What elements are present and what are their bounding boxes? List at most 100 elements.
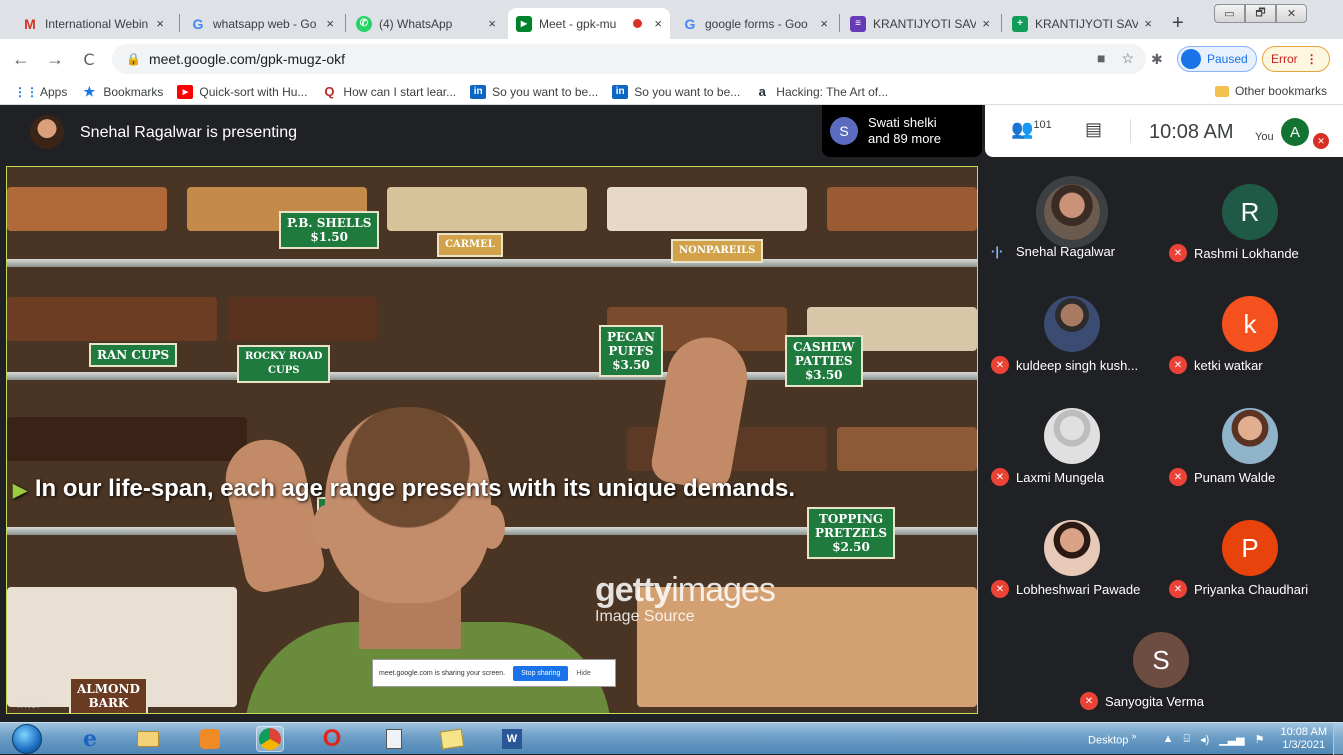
show-hidden-icons-icon[interactable]: ▲ xyxy=(1163,733,1174,745)
maximize-button[interactable]: 🗗 xyxy=(1245,4,1276,23)
word-icon[interactable]: W xyxy=(498,726,526,752)
close-tab-icon[interactable]: × xyxy=(1144,16,1152,31)
camera-in-use-icon[interactable]: ■ xyxy=(1097,50,1105,67)
extensions-icon[interactable]: ✱ xyxy=(1151,51,1163,68)
hide-button[interactable]: Hide xyxy=(576,670,590,677)
participant-tile[interactable]: ·|· Snehal Ragalwar xyxy=(983,166,1161,278)
joined-more: and 89 more xyxy=(868,131,941,146)
candy-tray xyxy=(607,187,807,231)
close-tab-icon[interactable]: × xyxy=(654,16,662,31)
desktop-label: Desktop xyxy=(1088,734,1129,747)
bookmark-quora[interactable]: Q How can I start lear... xyxy=(321,84,456,99)
clock-date: 1/3/2021 xyxy=(1282,739,1326,751)
signal-icon[interactable]: ▁▃▅ xyxy=(1219,733,1244,746)
bookmark-hacking-book[interactable]: a Hacking: The Art of... xyxy=(754,84,888,99)
forward-button[interactable]: → xyxy=(42,49,68,70)
minimize-button[interactable]: ▭ xyxy=(1214,4,1245,23)
tab-krantijyoti-sheet[interactable]: + KRANTIJYOTI SAVIT × xyxy=(1004,8,1160,39)
bookmark-quicksort[interactable]: ▶ Quick-sort with Hu... xyxy=(177,84,307,99)
volume-icon[interactable]: ◂) xyxy=(1200,733,1209,746)
chat-icon[interactable]: ▤ xyxy=(1085,119,1102,140)
explorer-icon[interactable] xyxy=(134,726,162,752)
participant-tile[interactable]: ✕ kuldeep singh kush... xyxy=(983,278,1161,390)
participant-tile[interactable]: ✕ Lobheshwari Pawade xyxy=(983,502,1161,614)
tab-title: (4) WhatsApp xyxy=(379,16,453,31)
back-button[interactable]: ← xyxy=(8,49,34,70)
participant-tile[interactable]: P ✕ Priyanka Chaudhari xyxy=(1161,502,1339,614)
bookmark-star-icon[interactable]: ☆ xyxy=(1121,50,1134,67)
reload-button[interactable]: C xyxy=(76,50,102,69)
people-icon[interactable]: 👥101 xyxy=(1011,119,1052,140)
left-hand xyxy=(218,432,328,596)
stop-sharing-button[interactable]: Stop sharing xyxy=(513,665,569,681)
system-clock[interactable]: 10:08 AM 1/3/2021 xyxy=(1281,726,1327,752)
participant-tile[interactable]: S ✕ Sanyogita Verma xyxy=(1072,614,1250,726)
chevron-right-icon: » xyxy=(1131,731,1137,742)
kebab-menu-icon: ⋮ xyxy=(1305,52,1318,66)
joined-notification[interactable]: S Swati shelki and 89 more xyxy=(822,105,982,157)
avatar xyxy=(1044,184,1100,240)
mic-off-icon: ✕ xyxy=(1169,580,1187,598)
media-player-icon[interactable] xyxy=(196,726,224,752)
participant-grid: ·|· Snehal Ragalwar R ✕ Rashmi Lokhande ✕ k… xyxy=(983,166,1339,726)
close-tab-icon[interactable]: × xyxy=(326,16,334,31)
new-tab-button[interactable]: + xyxy=(1172,12,1184,35)
error-label: Error xyxy=(1271,52,1298,66)
flag-icon[interactable]: ⚑ xyxy=(1255,733,1265,746)
people-count: 101 xyxy=(1033,119,1052,131)
mic-off-icon: ✕ xyxy=(1169,356,1187,374)
close-tab-icon[interactable]: × xyxy=(488,16,496,31)
tab-separator xyxy=(839,14,840,32)
error-menu-button[interactable]: Error ⋮ xyxy=(1262,46,1330,72)
watermark: gettyimages Image Source xyxy=(595,571,776,626)
participant-tile[interactable]: ✕ Punam Walde xyxy=(1161,390,1339,502)
participant-name: Punam Walde xyxy=(1194,469,1276,485)
avatar: k xyxy=(1222,296,1278,352)
watermark-brand: getty xyxy=(595,571,672,609)
lock-icon[interactable]: 🔒 xyxy=(126,52,141,66)
meet-top-bar: Snehal Ragalwar is presenting S Swati sh… xyxy=(0,105,1343,161)
participant-tile[interactable]: ✕ Laxmi Mungela xyxy=(983,390,1161,502)
close-tab-icon[interactable]: × xyxy=(982,16,990,31)
tab-meet[interactable]: ▶ Meet - gpk-mu × xyxy=(508,8,670,39)
avatar: R xyxy=(1222,184,1278,240)
self-avatar[interactable]: A xyxy=(1281,118,1309,146)
participant-tile[interactable]: R ✕ Rashmi Lokhande xyxy=(1161,166,1339,278)
chrome-icon[interactable] xyxy=(256,726,284,752)
desktop-toolbar[interactable]: Desktop » xyxy=(1088,731,1137,747)
shelf-sign: TOPPING PRETZELS $2.50 xyxy=(807,507,896,559)
network-icon[interactable]: ⌸ xyxy=(1183,733,1190,746)
screen-share-notice: meet.google.com is sharing your screen. … xyxy=(372,659,616,687)
avatar xyxy=(1044,296,1100,352)
tab-international-webinar[interactable]: M International Webin × xyxy=(14,8,172,39)
bookmark-linkedin-1[interactable]: in So you want to be... xyxy=(470,84,598,99)
tab-title: KRANTIJYOTI SAVIT xyxy=(1035,16,1139,31)
close-window-button[interactable]: ✕ xyxy=(1276,4,1307,23)
close-tab-icon[interactable]: × xyxy=(820,16,828,31)
watermark-source: Image Source xyxy=(595,608,695,625)
ie-icon[interactable]: e xyxy=(76,726,104,752)
tab-google-forms-search[interactable]: G google forms - Goo × xyxy=(674,8,836,39)
bookmark-linkedin-2[interactable]: in So you want to be... xyxy=(612,84,740,99)
opera-icon[interactable]: O xyxy=(318,725,346,752)
sticky-notes-icon[interactable] xyxy=(438,726,466,752)
start-button[interactable] xyxy=(12,724,42,754)
address-bar[interactable]: 🔒 meet.google.com/gpk-mugz-okf ■ ☆ xyxy=(112,44,1146,74)
participant-tile[interactable]: k ✕ ketki watkar xyxy=(1161,278,1339,390)
show-desktop-button[interactable] xyxy=(1333,723,1343,755)
participant-name: Rashmi Lokhande xyxy=(1194,245,1299,261)
tab-separator xyxy=(345,14,346,32)
other-bookmarks[interactable]: Other bookmarks xyxy=(1214,84,1327,98)
slide-caption: ▶ In our life-span, each age range presen… xyxy=(13,475,795,503)
bookmark-bookmarks[interactable]: ★ Bookmarks xyxy=(81,84,164,99)
tab-whatsapp-web-search[interactable]: G whatsapp web - Go × xyxy=(182,8,342,39)
google-icon: G xyxy=(684,15,696,32)
close-tab-icon[interactable]: × xyxy=(156,16,164,31)
bookmark-apps[interactable]: ⋮⋮ Apps xyxy=(14,85,67,99)
you-label: You xyxy=(1255,131,1274,143)
tab-krantijyoti-form[interactable]: ≡ KRANTIJYOTI SAVIT × xyxy=(842,8,998,39)
tab-separator xyxy=(1001,14,1002,32)
profile-button[interactable]: Paused xyxy=(1177,46,1257,72)
calculator-icon[interactable] xyxy=(380,726,408,752)
tab-whatsapp[interactable]: ✆ (4) WhatsApp × xyxy=(348,8,504,39)
